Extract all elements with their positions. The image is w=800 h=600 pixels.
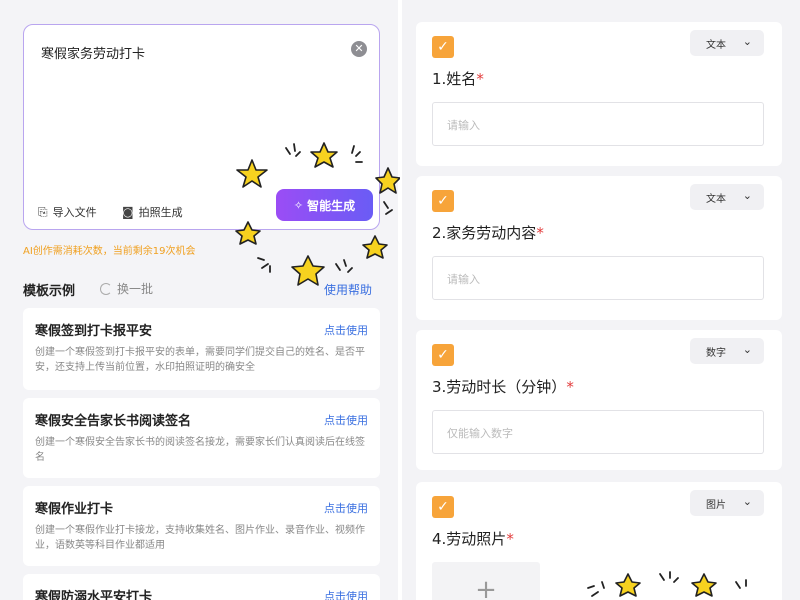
required-mark: * (476, 70, 484, 88)
chevron-down-icon: ⌄ (742, 495, 752, 508)
template-card[interactable]: 寒假安全告家长书阅读签名 点击使用 创建一个寒假安全告家长书的阅读签名接龙，需要… (23, 398, 380, 478)
chevron-down-icon: ⌄ (742, 343, 752, 356)
checkbox-checked-icon[interactable]: ✓ (432, 344, 454, 366)
template-description: 创建一个寒假安全告家长书的阅读签名接龙，需要家长们认真阅读后在线签名 (35, 437, 365, 463)
template-description: 创建一个寒假作业打卡接龙，支持收集姓名、图片作业、录音作业、视频作业，语数英等科… (35, 525, 365, 551)
question-title: 1.姓名* (432, 68, 484, 89)
required-mark: * (566, 378, 574, 396)
field-type-select[interactable]: 文本 ⌄ (690, 30, 764, 56)
field-type-select[interactable]: 数字 ⌄ (690, 338, 764, 364)
field-type-label: 数字 (706, 347, 726, 359)
question-title: 4.劳动照片* (432, 528, 514, 549)
required-mark: * (536, 224, 544, 242)
answer-input[interactable]: 仅能输入数字 (432, 410, 764, 454)
question-title: 2.家务劳动内容* (432, 222, 544, 243)
left-panel: 寒假家务劳动打卡 ✕ ⎘ 导入文件 ◙ 拍照生成 ✧ 智能生成 AI创作需消耗次… (0, 0, 398, 600)
use-template-link[interactable]: 点击使用 (324, 322, 368, 338)
field-type-select[interactable]: 图片 ⌄ (690, 490, 764, 516)
smart-generate-button[interactable]: ✧ 智能生成 (276, 189, 373, 221)
photo-generate-button[interactable]: ◙ 拍照生成 (122, 201, 183, 223)
refresh-label: 换一批 (117, 282, 154, 296)
image-upload-button[interactable]: + (432, 562, 540, 600)
checkbox-checked-icon[interactable]: ✓ (432, 36, 454, 58)
template-title: 寒假安全告家长书阅读签名 (35, 414, 192, 429)
import-file-label: 导入文件 (52, 206, 97, 219)
field-type-label: 图片 (706, 499, 726, 511)
checkbox-checked-icon[interactable]: ✓ (432, 496, 454, 518)
chevron-down-icon: ⌄ (742, 189, 752, 202)
camera-icon: ◙ (122, 205, 134, 219)
sparkle-icon: ✧ (293, 198, 304, 212)
question-title-text: 3.劳动时长（分钟） (432, 378, 567, 396)
template-card[interactable]: 寒假防溺水平安打卡 点击使用 (23, 574, 380, 600)
answer-input[interactable]: 请输入 (432, 256, 764, 300)
template-title: 寒假作业打卡 (35, 502, 114, 517)
refresh-icon (100, 282, 112, 295)
template-card[interactable]: 寒假作业打卡 点击使用 创建一个寒假作业打卡接龙，支持收集姓名、图片作业、录音作… (23, 486, 380, 566)
file-import-icon: ⎘ (38, 204, 48, 219)
use-template-link[interactable]: 点击使用 (324, 500, 368, 516)
template-title: 寒假签到打卡报平安 (35, 324, 153, 339)
question-title-text: 2.家务劳动内容 (432, 224, 537, 242)
import-file-button[interactable]: ⎘ 导入文件 (38, 201, 97, 223)
field-type-label: 文本 (706, 193, 726, 205)
smart-generate-label: 智能生成 (307, 198, 356, 213)
answer-input[interactable]: 请输入 (432, 102, 764, 146)
question-title: 3.劳动时长（分钟）* (432, 376, 574, 397)
question-title-text: 1.姓名 (432, 70, 477, 88)
clear-icon[interactable]: ✕ (351, 41, 367, 57)
refresh-templates-button[interactable]: 换一批 (100, 280, 153, 297)
template-description: 创建一个寒假签到打卡报平安的表单，需要同学们提交自己的姓名、是否平安，还支持上传… (35, 347, 365, 373)
form-question-card: ✓ 文本 ⌄ 2.家务劳动内容* 请输入 (416, 176, 782, 320)
form-question-card: ✓ 文本 ⌄ 1.姓名* 请输入 (416, 22, 782, 166)
prompt-input-box[interactable]: 寒假家务劳动打卡 ✕ ⎘ 导入文件 ◙ 拍照生成 ✧ 智能生成 (23, 24, 380, 230)
right-panel: ✓ 文本 ⌄ 1.姓名* 请输入 ✓ 文本 ⌄ 2.家务劳动内容* 请输入 ✓ … (402, 0, 800, 600)
field-type-label: 文本 (706, 39, 726, 51)
checkbox-checked-icon[interactable]: ✓ (432, 190, 454, 212)
form-question-card: ✓ 图片 ⌄ 4.劳动照片* + (416, 482, 782, 600)
use-template-link[interactable]: 点击使用 (324, 412, 368, 428)
question-title-text: 4.劳动照片 (432, 530, 507, 548)
required-mark: * (506, 530, 514, 548)
template-section-title: 模板示例 (23, 284, 76, 299)
prompt-text[interactable]: 寒假家务劳动打卡 (41, 43, 145, 62)
template-title: 寒假防溺水平安打卡 (35, 590, 153, 600)
template-card[interactable]: 寒假签到打卡报平安 点击使用 创建一个寒假签到打卡报平安的表单，需要同学们提交自… (23, 308, 380, 390)
form-question-card: ✓ 数字 ⌄ 3.劳动时长（分钟）* 仅能输入数字 (416, 330, 782, 470)
use-template-link[interactable]: 点击使用 (324, 588, 368, 600)
help-link[interactable]: 使用帮助 (324, 281, 372, 298)
quota-notice: AI创作需消耗次数，当前剩余19次机会 (23, 246, 196, 257)
field-type-select[interactable]: 文本 ⌄ (690, 184, 764, 210)
chevron-down-icon: ⌄ (742, 35, 752, 48)
photo-generate-label: 拍照生成 (138, 206, 183, 219)
